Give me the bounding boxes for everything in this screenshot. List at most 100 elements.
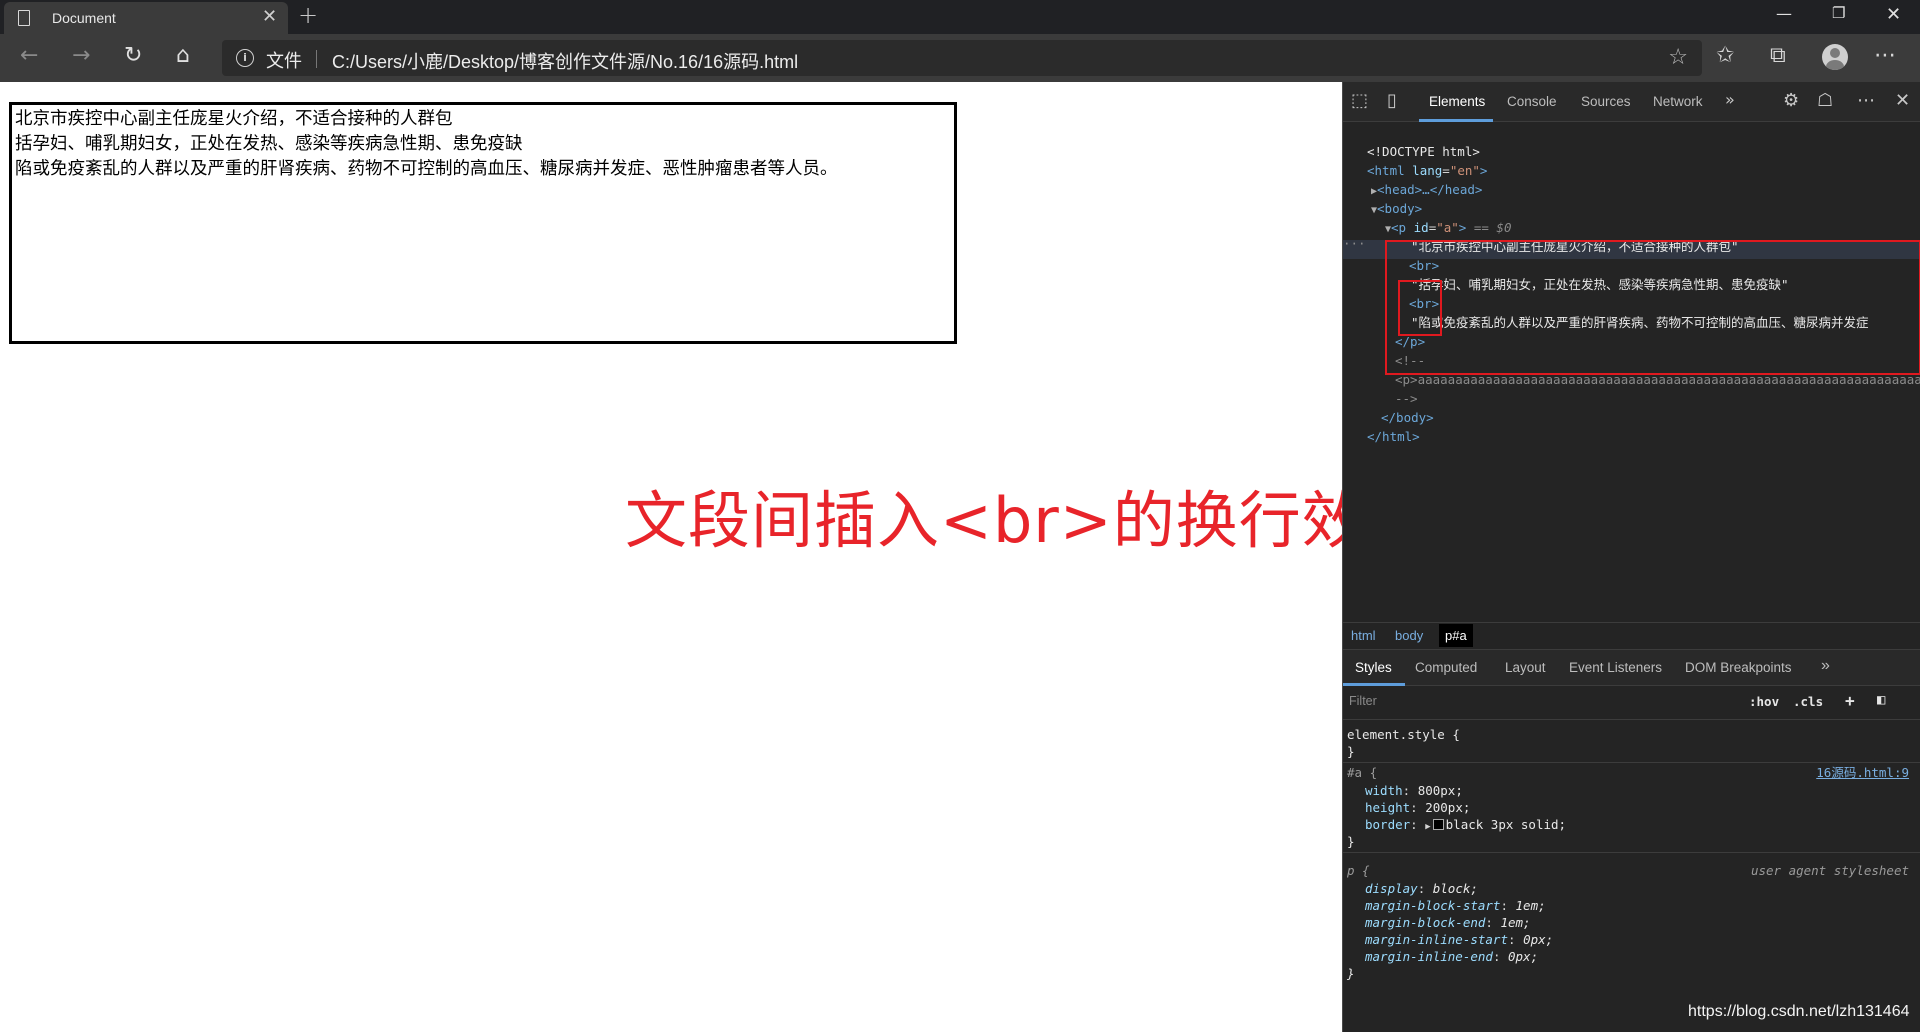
more-tabs-icon[interactable]: »	[1821, 657, 1830, 675]
inspect-icon[interactable]: ⬚	[1351, 90, 1368, 111]
info-icon[interactable]: i	[236, 49, 254, 67]
forward-arrow-icon[interactable]: →	[72, 43, 90, 68]
ua-prop-margin-block-end: margin-block-end: 1em;	[1365, 915, 1531, 930]
prop-value: 200px;	[1425, 800, 1471, 815]
prop-name: height	[1365, 800, 1411, 815]
dom-comment-close[interactable]: -->	[1395, 389, 1418, 408]
prop-name: margin-block-start	[1365, 898, 1501, 913]
rule-close: }	[1347, 834, 1355, 849]
expand-triangle-icon[interactable]: ▶	[1425, 822, 1430, 832]
tag-head: <head>…</head>	[1377, 182, 1483, 197]
paragraph-line: 括孕妇、哺乳期妇女，正处在发热、感染等疾病急性期、患免疫缺	[15, 134, 523, 154]
dom-doctype[interactable]: <!DOCTYPE html>	[1367, 142, 1480, 161]
attr-id-value: "a"	[1436, 220, 1459, 235]
feedback-icon[interactable]: ☖	[1817, 90, 1833, 111]
gear-icon[interactable]: ⚙	[1783, 90, 1799, 111]
browser-tab[interactable]: Document ✕	[4, 2, 288, 34]
prop-value: block;	[1432, 881, 1478, 896]
tab-network[interactable]: Network	[1653, 94, 1703, 109]
page-viewport: 北京市疾控中心副主任庞星火介绍，不适合接种的人群包 括孕妇、哺乳期妇女，正处在发…	[0, 82, 1427, 1032]
favorites-icon[interactable]: ✩	[1716, 43, 1734, 68]
tab-dom-breakpoints[interactable]: DOM Breakpoints	[1685, 660, 1792, 675]
prop-name: margin-block-end	[1365, 915, 1486, 930]
dom-tree: ··· <!DOCTYPE html> <html lang="en"> ▶<h…	[1343, 122, 1920, 682]
styles-rules: element.style { } #a { 16源码.html:9 width…	[1343, 720, 1920, 1032]
devtools-panel: ⬚ ▯ Elements Console Sources Network » ⚙…	[1342, 82, 1920, 1032]
minimize-icon[interactable]: —	[1776, 4, 1792, 23]
tab-layout[interactable]: Layout	[1505, 660, 1546, 675]
sidebar-toggle-icon[interactable]: ◧	[1877, 692, 1885, 708]
window-close-icon[interactable]: ✕	[1886, 4, 1901, 25]
prop-width[interactable]: width: 800px;	[1365, 782, 1463, 799]
row-menu-icon[interactable]: ···	[1343, 234, 1366, 253]
more-icon[interactable]: ⋯	[1857, 90, 1875, 111]
color-swatch[interactable]	[1432, 819, 1444, 830]
tab-sources[interactable]: Sources	[1581, 94, 1631, 109]
ua-prop-display: display: block;	[1365, 881, 1478, 896]
profile-icon[interactable]	[1822, 44, 1848, 70]
reload-icon[interactable]: ↻	[124, 43, 142, 68]
paragraph-line: 北京市疾控中心副主任庞星火介绍，不适合接种的人群包	[15, 109, 453, 129]
more-tabs-icon[interactable]: »	[1725, 90, 1735, 109]
id-rule-selector[interactable]: #a {	[1347, 764, 1377, 781]
prop-value: 0px;	[1508, 949, 1539, 964]
prop-name: border	[1365, 817, 1411, 832]
device-icon[interactable]: ▯	[1387, 90, 1397, 111]
paragraph-line: 陷或免疫紊乱的人群以及严重的肝肾疾病、药物不可控制的高血压、糖尿病并发症、恶性肿…	[15, 159, 838, 179]
divider	[316, 50, 317, 68]
restore-icon[interactable]: ❐	[1832, 4, 1845, 22]
prop-height[interactable]: height: 200px;	[1365, 799, 1470, 816]
attr-lang-value: "en"	[1449, 163, 1480, 178]
paragraph-a: 北京市疾控中心副主任庞星火介绍，不适合接种的人群包 括孕妇、哺乳期妇女，正处在发…	[9, 102, 957, 344]
prop-name: margin-inline-start	[1365, 932, 1508, 947]
new-rule-plus-icon[interactable]: +	[1845, 691, 1855, 710]
tab-console[interactable]: Console	[1507, 94, 1557, 109]
close-icon[interactable]: ✕	[262, 6, 277, 27]
prop-border[interactable]: border: ▶ black 3px solid;	[1365, 816, 1566, 836]
back-arrow-icon[interactable]: ←	[20, 43, 38, 68]
hov-toggle[interactable]: :hov	[1749, 694, 1779, 709]
dom-html-close[interactable]: </html>	[1367, 427, 1420, 446]
ua-prop-margin-inline-end: margin-inline-end: 0px;	[1365, 949, 1539, 964]
prop-value: 1em;	[1515, 898, 1546, 913]
cls-toggle[interactable]: .cls	[1793, 694, 1823, 709]
tab-title: Document	[52, 10, 116, 26]
close-icon[interactable]: ✕	[1895, 90, 1910, 111]
plus-icon[interactable]: +	[298, 1, 318, 29]
tag-p: <p	[1391, 220, 1407, 235]
p-rule-selector[interactable]: p {	[1347, 862, 1370, 879]
dom-head[interactable]: ▶<head>…</head>	[1371, 180, 1482, 201]
tab-computed[interactable]: Computed	[1415, 660, 1477, 675]
breadcrumb-body[interactable]: body	[1395, 628, 1423, 643]
tab-elements[interactable]: Elements	[1429, 94, 1485, 109]
dom-p-open[interactable]: ▼<p id="a"> == $0	[1385, 218, 1512, 239]
prop-value: black 3px solid;	[1445, 817, 1567, 832]
dom-body-open[interactable]: ▼<body>	[1371, 199, 1422, 220]
star-icon[interactable]: ☆	[1668, 45, 1688, 70]
filter-input[interactable]: Filter	[1349, 694, 1377, 708]
rule-close: }	[1347, 966, 1355, 981]
address-bar[interactable]: i 文件 C:/Users/小鹿/Desktop/博客创作文件源/No.16/1…	[222, 40, 1702, 76]
url-text[interactable]: C:/Users/小鹿/Desktop/博客创作文件源/No.16/16源码.h…	[332, 48, 798, 74]
more-icon[interactable]: ⋯	[1874, 43, 1896, 68]
dom-body-close[interactable]: </body>	[1381, 408, 1434, 427]
page-icon	[18, 10, 30, 26]
ua-stylesheet-label: user agent stylesheet	[1750, 863, 1909, 878]
ua-prop-margin-inline-start: margin-inline-start: 0px;	[1365, 932, 1554, 947]
tab-styles[interactable]: Styles	[1355, 660, 1392, 675]
element-style-selector[interactable]: element.style {	[1347, 726, 1460, 743]
rule-close: }	[1347, 744, 1355, 759]
collections-icon[interactable]: ⧉	[1770, 43, 1786, 68]
tag-html: <html	[1367, 163, 1405, 178]
source-link[interactable]: 16源码.html:9	[1816, 764, 1909, 781]
attr-id: id	[1413, 220, 1429, 235]
breadcrumb-p-a[interactable]: p#a	[1439, 624, 1473, 647]
tab-event-listeners[interactable]: Event Listeners	[1569, 660, 1662, 675]
prop-value: 800px;	[1417, 783, 1463, 798]
rule-divider	[1343, 852, 1920, 853]
annotation-text: 文段间插入<br>的换行效果	[625, 484, 1428, 557]
breadcrumb-html[interactable]: html	[1351, 628, 1376, 643]
home-icon[interactable]: ⌂	[176, 43, 190, 68]
dom-html-open[interactable]: <html lang="en">	[1367, 161, 1487, 180]
prop-name: width	[1365, 783, 1403, 798]
